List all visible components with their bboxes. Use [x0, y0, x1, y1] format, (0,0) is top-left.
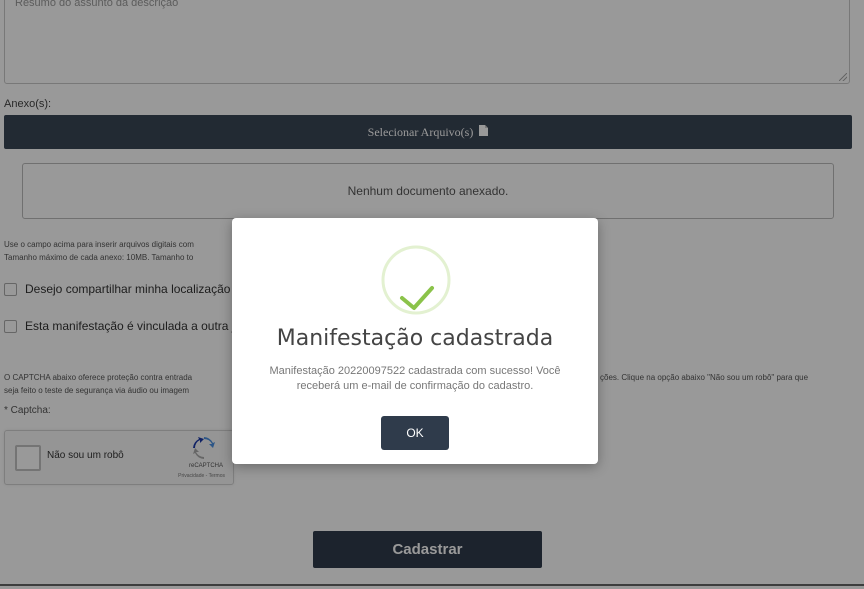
dialog-message: Manifestação 20220097522 cadastrada com …	[269, 365, 561, 392]
ok-button[interactable]: OK	[381, 416, 449, 450]
success-dialog: Manifestação cadastrada Manifestação 202…	[232, 218, 598, 464]
checkmark-circle-icon	[380, 244, 452, 316]
dialog-title: Manifestação cadastrada	[276, 326, 554, 351]
